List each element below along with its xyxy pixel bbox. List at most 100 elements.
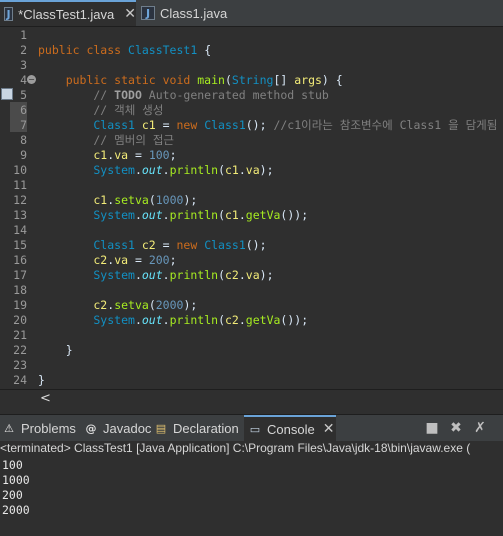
- code-line: 3: [0, 58, 503, 73]
- code-editor[interactable]: − 1 2 public class ClassTest1 {3 4 public s…: [0, 27, 503, 389]
- remove-launch-icon[interactable]: ✖: [448, 420, 464, 436]
- code-token: out: [141, 163, 163, 177]
- code-token: println: [169, 268, 219, 282]
- tab-label: Problems: [21, 420, 76, 436]
- code-token: c1: [141, 118, 156, 132]
- code-token: .: [238, 313, 246, 327]
- tab-label: Declaration: [173, 420, 239, 436]
- code-text: c1.va = 100;: [38, 148, 176, 163]
- code-token: c1: [225, 163, 239, 177]
- code-token: TODO: [114, 88, 142, 102]
- code-line: 22 }: [0, 343, 503, 358]
- line-number: 20: [13, 313, 27, 327]
- line-number: 13: [13, 208, 27, 222]
- code-line: 18: [0, 283, 503, 298]
- code-token: setva: [114, 298, 149, 312]
- code-text: // TODO Auto-generated method stub: [38, 88, 328, 103]
- code-line: 1: [0, 28, 503, 43]
- code-token: String: [231, 73, 274, 87]
- code-token: .: [238, 163, 246, 177]
- code-token: .: [162, 313, 170, 327]
- code-line: 16 c2.va = 200;: [0, 253, 503, 268]
- bottom-panel-tabs: ⚠ Problems @ Javadoc ▤ Declaration ▭ Con…: [0, 414, 503, 441]
- remove-all-terminated-icon[interactable]: ✗: [472, 420, 488, 436]
- code-token: 100: [148, 148, 170, 162]
- line-number: 22: [13, 343, 27, 357]
- code-token: .: [134, 268, 142, 282]
- line-number: 4: [20, 73, 27, 87]
- code-line: 11: [0, 178, 503, 193]
- line-number: 3: [20, 58, 27, 72]
- line-number: 1: [20, 28, 27, 42]
- code-text: public class ClassTest1 {: [38, 43, 211, 58]
- code-line: 12 c1.setva(1000);: [0, 193, 503, 208]
- tab-label: Javadoc: [103, 420, 152, 436]
- console-output[interactable]: 100 1000 200 2000: [0, 456, 503, 536]
- java-file-icon: J: [4, 7, 14, 21]
- line-number: 14: [13, 223, 27, 237]
- code-token: // 멤버의 접근: [38, 133, 174, 147]
- stop-icon[interactable]: ■: [424, 420, 440, 436]
- code-token: 200: [148, 253, 170, 267]
- tab-console[interactable]: ▭ Console ✕: [244, 415, 336, 441]
- code-line: 23: [0, 358, 503, 373]
- code-token: println: [169, 313, 219, 327]
- code-token: out: [141, 268, 163, 282]
- line-number: 10: [13, 163, 27, 177]
- code-line: 21: [0, 328, 503, 343]
- code-token: c1: [38, 193, 108, 207]
- console-line: 200: [2, 488, 23, 502]
- code-text: System.out.println(c1.getVa());: [38, 208, 308, 223]
- code-line: 20 System.out.println(c2.getVa());: [0, 313, 503, 328]
- editor-tab-bar: J *ClassTest1.java ✕ J Class1.java: [0, 0, 503, 27]
- code-token: );: [183, 193, 198, 207]
- code-token: va: [114, 148, 129, 162]
- code-text: }: [38, 373, 45, 388]
- tab-label: Class1.java: [160, 5, 228, 21]
- line-number: 24: [13, 373, 27, 387]
- code-token: }: [38, 343, 73, 357]
- code-token: println: [169, 163, 219, 177]
- code-token: new: [176, 238, 205, 252]
- code-line: 6 // 객체 생성: [0, 103, 503, 118]
- code-token: .: [134, 313, 142, 327]
- code-token: =: [128, 253, 149, 267]
- code-line: 9 c1.va = 100;: [0, 148, 503, 163]
- code-line: 19 c2.setva(2000);: [0, 298, 503, 313]
- code-token: []: [273, 73, 295, 87]
- problems-icon: ⚠: [4, 421, 14, 435]
- tab-label: *ClassTest1.java: [18, 6, 115, 22]
- code-token: // 객체 생성: [38, 103, 164, 117]
- code-token: .: [134, 208, 142, 222]
- code-token: println: [169, 208, 219, 222]
- tab-javadoc[interactable]: @ Javadoc: [84, 415, 152, 441]
- tab-class1[interactable]: J Class1.java: [137, 0, 257, 26]
- console-line: 100: [2, 458, 23, 472]
- line-number: 12: [13, 193, 27, 207]
- code-token: c2: [38, 253, 108, 267]
- scroll-left-icon[interactable]: <: [40, 391, 51, 406]
- code-line: 10 System.out.println(c1.va);: [0, 163, 503, 178]
- code-token: (: [224, 73, 232, 87]
- code-token: .: [162, 268, 170, 282]
- line-number: 7: [20, 118, 27, 132]
- code-line: 14: [0, 223, 503, 238]
- line-number: 8: [20, 133, 27, 147]
- code-token: .: [238, 268, 246, 282]
- code-token: ());: [280, 313, 309, 327]
- close-icon[interactable]: ✕: [124, 6, 136, 22]
- code-token: va: [245, 163, 260, 177]
- editor-horizontal-scrollbar[interactable]: <: [0, 389, 503, 408]
- code-text: c2.setva(2000);: [38, 298, 197, 313]
- tab-problems[interactable]: ⚠ Problems: [2, 415, 76, 441]
- tab-classtest1[interactable]: J *ClassTest1.java ✕: [0, 0, 136, 26]
- code-token: 1000: [155, 193, 184, 207]
- close-icon[interactable]: ✕: [323, 421, 335, 437]
- code-token: ();: [245, 118, 274, 132]
- code-text: System.out.println(c1.va);: [38, 163, 273, 178]
- code-line: 5 // TODO Auto-generated method stub: [0, 88, 503, 103]
- tab-declaration[interactable]: ▤ Declaration: [154, 415, 239, 441]
- code-token: .: [162, 208, 170, 222]
- javadoc-icon: @: [85, 421, 97, 435]
- line-number: 6: [20, 103, 27, 117]
